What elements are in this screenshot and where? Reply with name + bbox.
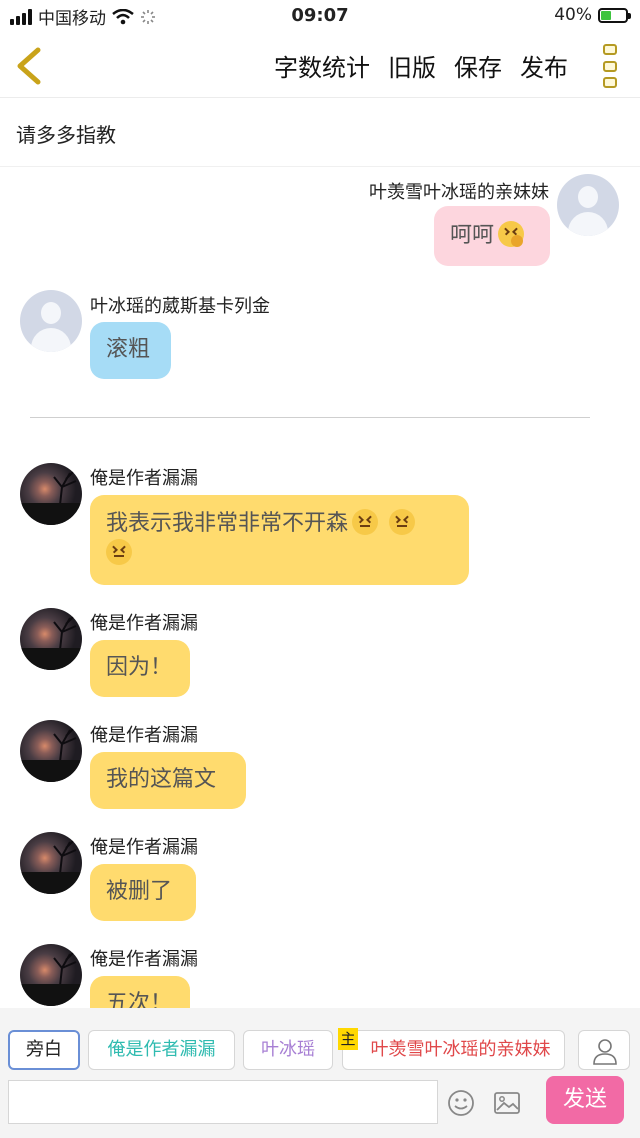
message-bubble[interactable]: 滚粗 [90, 322, 171, 379]
user-icon [593, 1039, 617, 1065]
word-count-button[interactable]: 字数统计 [274, 48, 370, 83]
avatar[interactable] [20, 463, 82, 525]
battery-icon [598, 7, 631, 23]
avatar[interactable] [557, 174, 619, 236]
more-menu-icon[interactable] [600, 44, 620, 88]
message-text: 五次！ [106, 991, 173, 1008]
send-button[interactable]: 发送 [546, 1076, 624, 1124]
screen: 中国移动 09:07 40% 字数统计 旧版 保存 发布 请多多指教 叶羡雪叶冰… [0, 0, 640, 1138]
nav-bar: 字数统计 旧版 保存 发布 [0, 34, 640, 98]
message-bubble[interactable]: 五次！ [90, 976, 190, 1008]
character-chip[interactable]: 叶冰瑶 [243, 1030, 333, 1070]
story-title: 请多多指教 [16, 123, 116, 147]
publish-button[interactable]: 发布 [520, 48, 568, 83]
avatar[interactable] [20, 720, 82, 782]
sender-name: 俺是作者漏漏 [90, 949, 198, 970]
chat-message[interactable]: 叶羡雪叶冰瑶的亲妹妹 呵呵 [0, 168, 640, 278]
confounded-face-icon [389, 509, 416, 535]
sender-name: 俺是作者漏漏 [90, 837, 198, 858]
status-bar: 中国移动 09:07 40% [0, 0, 640, 34]
message-text: 我的这篇文 [106, 767, 217, 792]
old-version-button[interactable]: 旧版 [388, 48, 436, 83]
message-bubble[interactable]: 我的这篇文 [90, 752, 246, 809]
add-character-button[interactable] [578, 1030, 630, 1070]
clock: 09:07 [291, 5, 349, 26]
message-text: 我表示我非常非常不开森 [106, 511, 349, 536]
message-text: 被删了 [106, 879, 173, 904]
chat-message[interactable]: 叶冰瑶的葳斯基卡列金 滚粗 [0, 278, 640, 388]
chat-message[interactable]: 俺是作者漏漏 我表示我非常非常不开森 [0, 458, 640, 598]
nav-actions: 字数统计 旧版 保存 发布 [274, 48, 568, 83]
message-text: 呵呵 [450, 223, 495, 248]
face-with-hand-over-mouth-icon [498, 221, 525, 247]
speaker-selector: 旁白 俺是作者漏漏 叶冰瑶 叶羡雪叶冰瑶的亲妹妹 主 [0, 1008, 640, 1074]
battery-fill [601, 10, 611, 20]
sender-name: 俺是作者漏漏 [90, 613, 198, 634]
divider [30, 417, 590, 418]
sender-name: 叶羡雪叶冰瑶的亲妹妹 [369, 182, 549, 203]
avatar[interactable] [20, 608, 82, 670]
sender-name: 俺是作者漏漏 [90, 725, 198, 746]
host-badge: 主 [338, 1028, 358, 1050]
chat-message[interactable]: 俺是作者漏漏 因为！ [0, 603, 640, 713]
save-button[interactable]: 保存 [454, 48, 502, 83]
confounded-face-icon [352, 509, 379, 535]
avatar[interactable] [20, 290, 82, 352]
back-icon[interactable] [12, 46, 48, 86]
message-text: 因为！ [106, 655, 173, 680]
status-right: 40% [554, 5, 631, 25]
chat-message[interactable]: 俺是作者漏漏 被删了 [0, 827, 640, 937]
narration-chip[interactable]: 旁白 [8, 1030, 80, 1070]
input-bar: 发送 [0, 1074, 640, 1138]
chat-message[interactable]: 俺是作者漏漏 我的这篇文 [0, 715, 640, 825]
chat-message[interactable]: 俺是作者漏漏 五次！ [0, 939, 640, 1008]
character-chip[interactable]: 叶羡雪叶冰瑶的亲妹妹 [342, 1030, 565, 1070]
message-input[interactable] [8, 1080, 438, 1124]
confounded-face-icon [106, 539, 132, 565]
emoji-icon[interactable] [446, 1088, 476, 1118]
character-chip[interactable]: 俺是作者漏漏 [88, 1030, 235, 1070]
message-bubble[interactable]: 因为！ [90, 640, 190, 697]
story-title-bar[interactable]: 请多多指教 [0, 99, 640, 167]
sender-name: 叶冰瑶的葳斯基卡列金 [90, 296, 270, 317]
avatar[interactable] [20, 944, 82, 1006]
battery-percent: 40% [554, 5, 592, 25]
avatar[interactable] [20, 832, 82, 894]
message-text: 滚粗 [106, 337, 151, 362]
sender-name: 俺是作者漏漏 [90, 468, 198, 489]
message-bubble[interactable]: 我表示我非常非常不开森 [90, 495, 469, 585]
message-bubble[interactable]: 呵呵 [434, 206, 550, 266]
image-icon[interactable] [492, 1088, 522, 1118]
chat-area[interactable]: 叶羡雪叶冰瑶的亲妹妹 呵呵 叶冰瑶的葳斯基卡列金 滚粗 俺是作者漏漏 我表示我非… [0, 168, 640, 1008]
message-bubble[interactable]: 被删了 [90, 864, 196, 921]
